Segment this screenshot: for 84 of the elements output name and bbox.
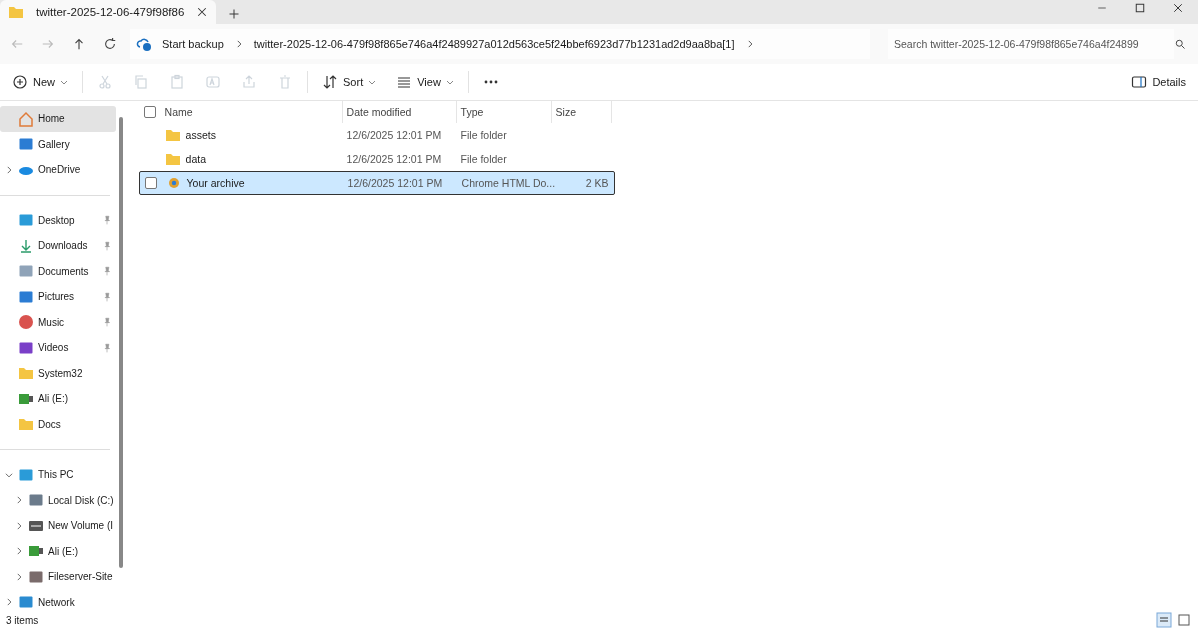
sidebar-item[interactable]: System32 (0, 360, 116, 386)
folder-icon (18, 365, 34, 382)
file-name: Your archive (186, 177, 245, 189)
sort-button[interactable]: Sort (314, 70, 385, 94)
file-name: data (185, 153, 206, 165)
search-icon (1174, 38, 1186, 50)
sort-icon (322, 74, 338, 90)
sidebar-item[interactable]: Gallery (0, 131, 116, 157)
address-bar[interactable]: Start backup twitter-2025-12-06-479f98f865e746a4f2489927a012d563ce5f24bbef6923d77b1231ad2d9aa8ba[1] (130, 29, 870, 59)
share-icon (241, 74, 257, 90)
file-name: assets (185, 129, 216, 141)
close-icon[interactable] (1172, 2, 1184, 14)
column-header[interactable]: Name (160, 101, 343, 123)
new-icon (12, 74, 28, 90)
refresh-icon[interactable] (103, 37, 117, 51)
search-field[interactable]: Search twitter-2025-12-06-479f98f865e746a4f24899 (888, 29, 1174, 59)
table-cell-text: 12/6/2025 12:01 PM (346, 177, 444, 189)
folder-icon (18, 416, 34, 433)
sidebar-item[interactable]: OneDrive (0, 157, 116, 183)
column-header[interactable]: Date modified (342, 101, 457, 123)
cut-icon (97, 74, 113, 90)
column-header[interactable]: Size (551, 101, 612, 123)
new-button[interactable]: New (4, 70, 76, 94)
breadcrumb[interactable]: twitter-2025-12-06-479f98f865e746a4f2489927a012d563ce5f24bbef6923d77b1231ad2d9aa8ba[1] (253, 38, 735, 50)
chevron-right-icon[interactable] (14, 571, 24, 582)
sidebar-item[interactable]: Ali (E:) (0, 386, 116, 412)
close-tab-icon[interactable] (196, 6, 209, 18)
sidebar-item[interactable]: Local Disk (C:) (0, 487, 116, 513)
details-view-icon[interactable] (1156, 612, 1172, 628)
sidebar-item[interactable]: New Volume (I (0, 513, 116, 539)
copy-icon (133, 74, 149, 90)
sidebar-item[interactable]: Home (0, 106, 116, 132)
folder-icon (164, 127, 181, 143)
sidebar-item[interactable]: Documents (0, 258, 116, 284)
chevron-right-icon[interactable] (14, 520, 24, 531)
delete-icon (277, 74, 293, 90)
cloud-backup-icon (136, 36, 152, 52)
select-all-checkbox[interactable] (143, 106, 156, 118)
new-tab-icon[interactable] (228, 8, 241, 20)
chevron-right-icon[interactable] (4, 164, 14, 175)
file-row[interactable]: Your archive 12/6/2025 12:01 PM Chrome HTML Do... 2 KB (138, 171, 615, 195)
item-count: 3 items (6, 614, 39, 626)
details-pane-icon (1131, 74, 1148, 90)
sidebar-item[interactable]: This PC (0, 462, 116, 488)
caret-icon (60, 79, 68, 85)
sidebar-item[interactable]: Music (0, 309, 116, 335)
sidebar-item[interactable]: Downloads (0, 233, 116, 259)
details-button[interactable]: Details (1123, 70, 1194, 94)
chevron-right-icon[interactable] (4, 597, 14, 608)
table-cell-text: File folder (459, 153, 508, 165)
home-icon (18, 110, 34, 127)
row-checkbox[interactable] (144, 177, 157, 189)
paste-icon (169, 74, 185, 90)
table-cell-text: 12/6/2025 12:01 PM (345, 129, 443, 141)
sidebar-item[interactable]: Videos (0, 335, 116, 361)
chevron-right-icon[interactable] (14, 495, 24, 506)
view-icon (396, 74, 413, 90)
table-cell-text: 12/6/2025 12:01 PM (345, 153, 443, 165)
folder-icon (8, 4, 24, 20)
table-cell-text: Chrome HTML Do... (460, 177, 553, 189)
table-cell-text: File folder (459, 129, 508, 141)
file-row[interactable]: data 12/6/2025 12:01 PM File folder (138, 147, 615, 171)
window-tab[interactable]: twitter-2025-12-06-479f98f86 (0, 0, 217, 24)
maximize-icon[interactable] (1134, 2, 1146, 14)
tiles-view-icon[interactable] (1176, 612, 1192, 628)
scrollbar[interactable] (118, 117, 123, 568)
chevron-right-icon[interactable] (14, 546, 24, 557)
column-header[interactable]: Type (456, 101, 552, 123)
breadcrumb[interactable]: Start backup (162, 38, 224, 50)
rename-icon (205, 74, 221, 90)
caret-icon (445, 79, 454, 85)
view-button[interactable]: View (388, 70, 462, 94)
up-arrow-icon[interactable] (72, 37, 86, 51)
sidebar-item[interactable]: Desktop (0, 207, 116, 233)
folder-icon (164, 151, 181, 167)
table-cell: 2 KB (585, 177, 609, 189)
caret-icon (368, 79, 377, 85)
sidebar-item[interactable]: Ali (E:) (0, 538, 116, 564)
sidebar-item[interactable]: Docs (0, 411, 116, 437)
sidebar-item[interactable]: Pictures (0, 284, 116, 310)
sidebar-item[interactable]: Fileserver-Site (0, 564, 116, 590)
downloads-icon (18, 237, 34, 254)
sidebar-item[interactable]: Network (0, 589, 116, 615)
file-row[interactable]: assets 12/6/2025 12:01 PM File folder (138, 123, 615, 147)
